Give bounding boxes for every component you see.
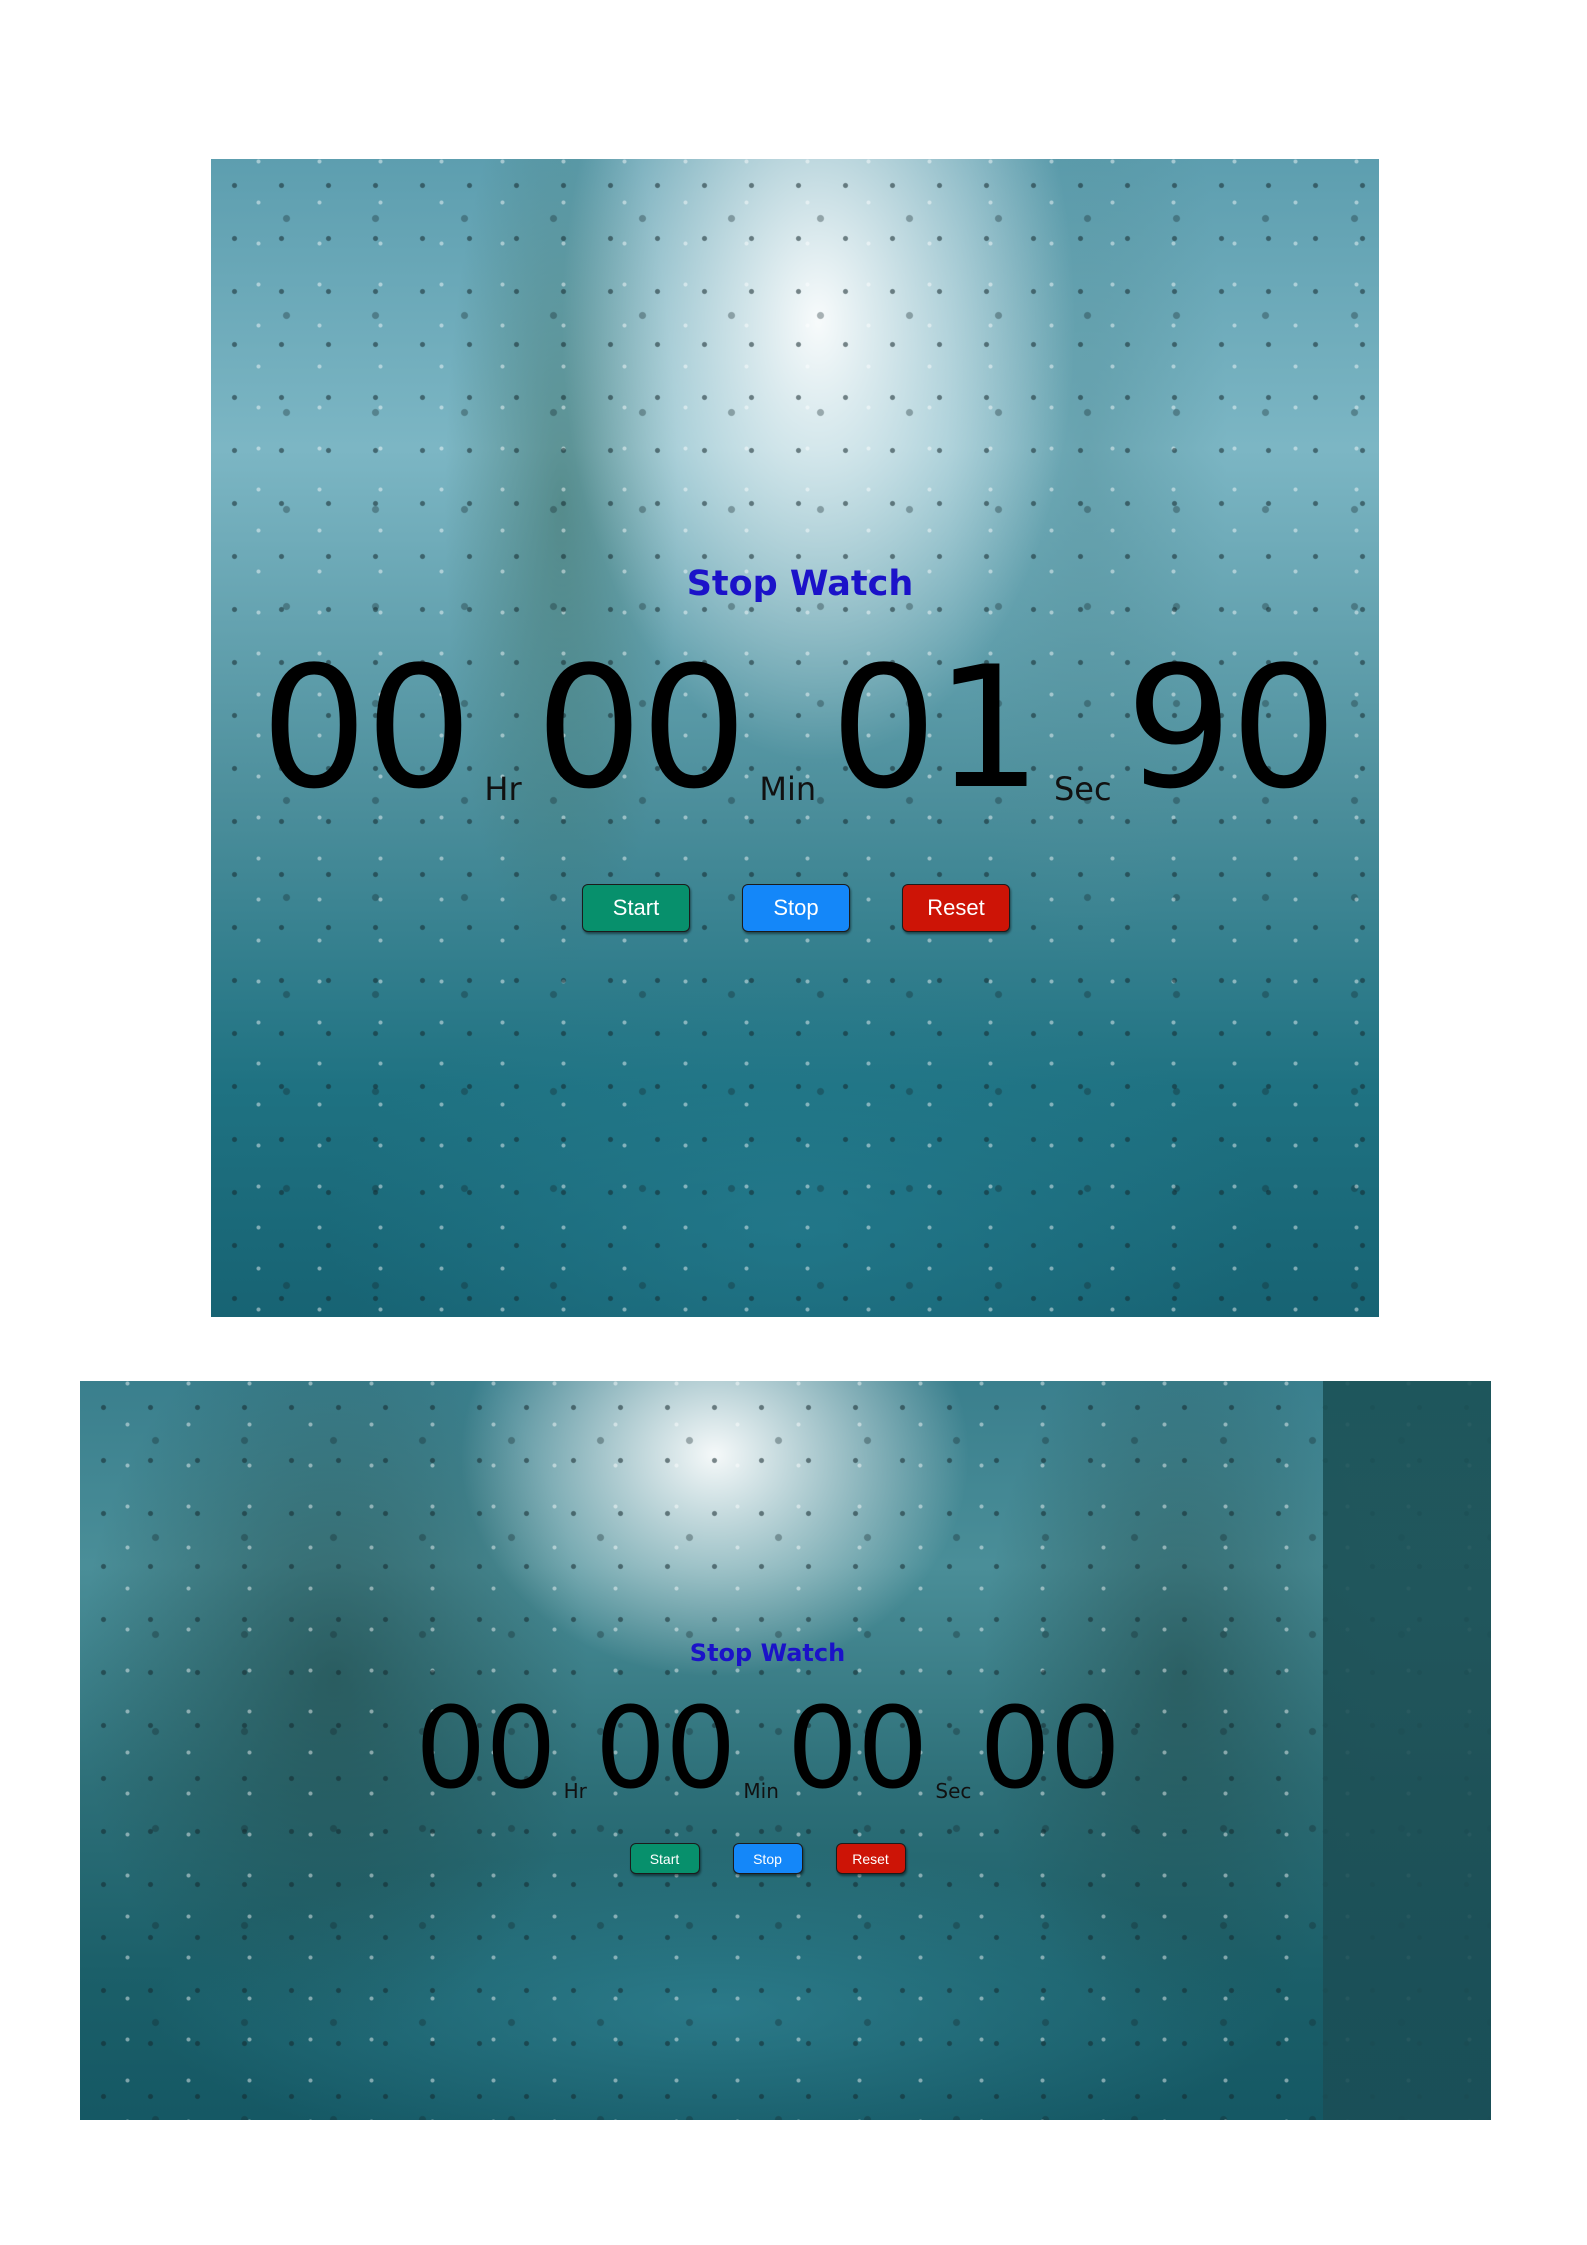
page-title: Stop Watch	[689, 1639, 846, 1667]
control-buttons: Start Stop Reset	[213, 884, 1379, 932]
hours-unit-label: Hr	[484, 770, 522, 808]
seconds-unit-label: Sec	[1053, 770, 1112, 808]
stop-button[interactable]: Stop	[732, 1843, 803, 1874]
start-button[interactable]: Start	[582, 884, 690, 932]
seconds-unit-label: Sec	[935, 1779, 972, 1803]
page-title: Stop Watch	[686, 564, 914, 604]
hours-display: 00	[415, 1684, 557, 1814]
hours-unit-label: Hr	[563, 1779, 587, 1803]
time-display: 00 Hr 00 Min 01 Sec 90	[217, 644, 1379, 812]
stopwatch-screenshot-1: Stop Watch 00 Hr 00 Min 01 Sec 90 Start …	[211, 159, 1379, 1317]
hours-display: 00	[260, 630, 473, 826]
minutes-display: 00	[535, 630, 748, 826]
seconds-display: 00	[786, 1684, 929, 1814]
minutes-display: 00	[594, 1684, 737, 1814]
seconds-display: 01	[830, 630, 1042, 826]
stopwatch-screenshot-2: Stop Watch 00 Hr 00 Min 00 Sec 00 Start …	[80, 1381, 1491, 2120]
centiseconds-display: 00	[979, 1684, 1121, 1814]
stopwatch-container: Stop Watch 00 Hr 00 Min 01 Sec 90 Start …	[211, 564, 1379, 932]
minutes-unit-label: Min	[743, 1779, 779, 1803]
reset-button[interactable]: Reset	[835, 1843, 906, 1874]
stop-button[interactable]: Stop	[742, 884, 850, 932]
start-button[interactable]: Start	[629, 1843, 700, 1874]
time-display: 00 Hr 00 Min 00 Sec 00	[80, 1693, 1491, 1805]
control-buttons: Start Stop Reset	[80, 1843, 1491, 1874]
minutes-unit-label: Min	[759, 770, 817, 808]
centiseconds-display: 90	[1125, 630, 1338, 826]
stopwatch-container: Stop Watch 00 Hr 00 Min 00 Sec 00 Start …	[80, 1639, 1491, 1874]
reset-button[interactable]: Reset	[902, 884, 1010, 932]
